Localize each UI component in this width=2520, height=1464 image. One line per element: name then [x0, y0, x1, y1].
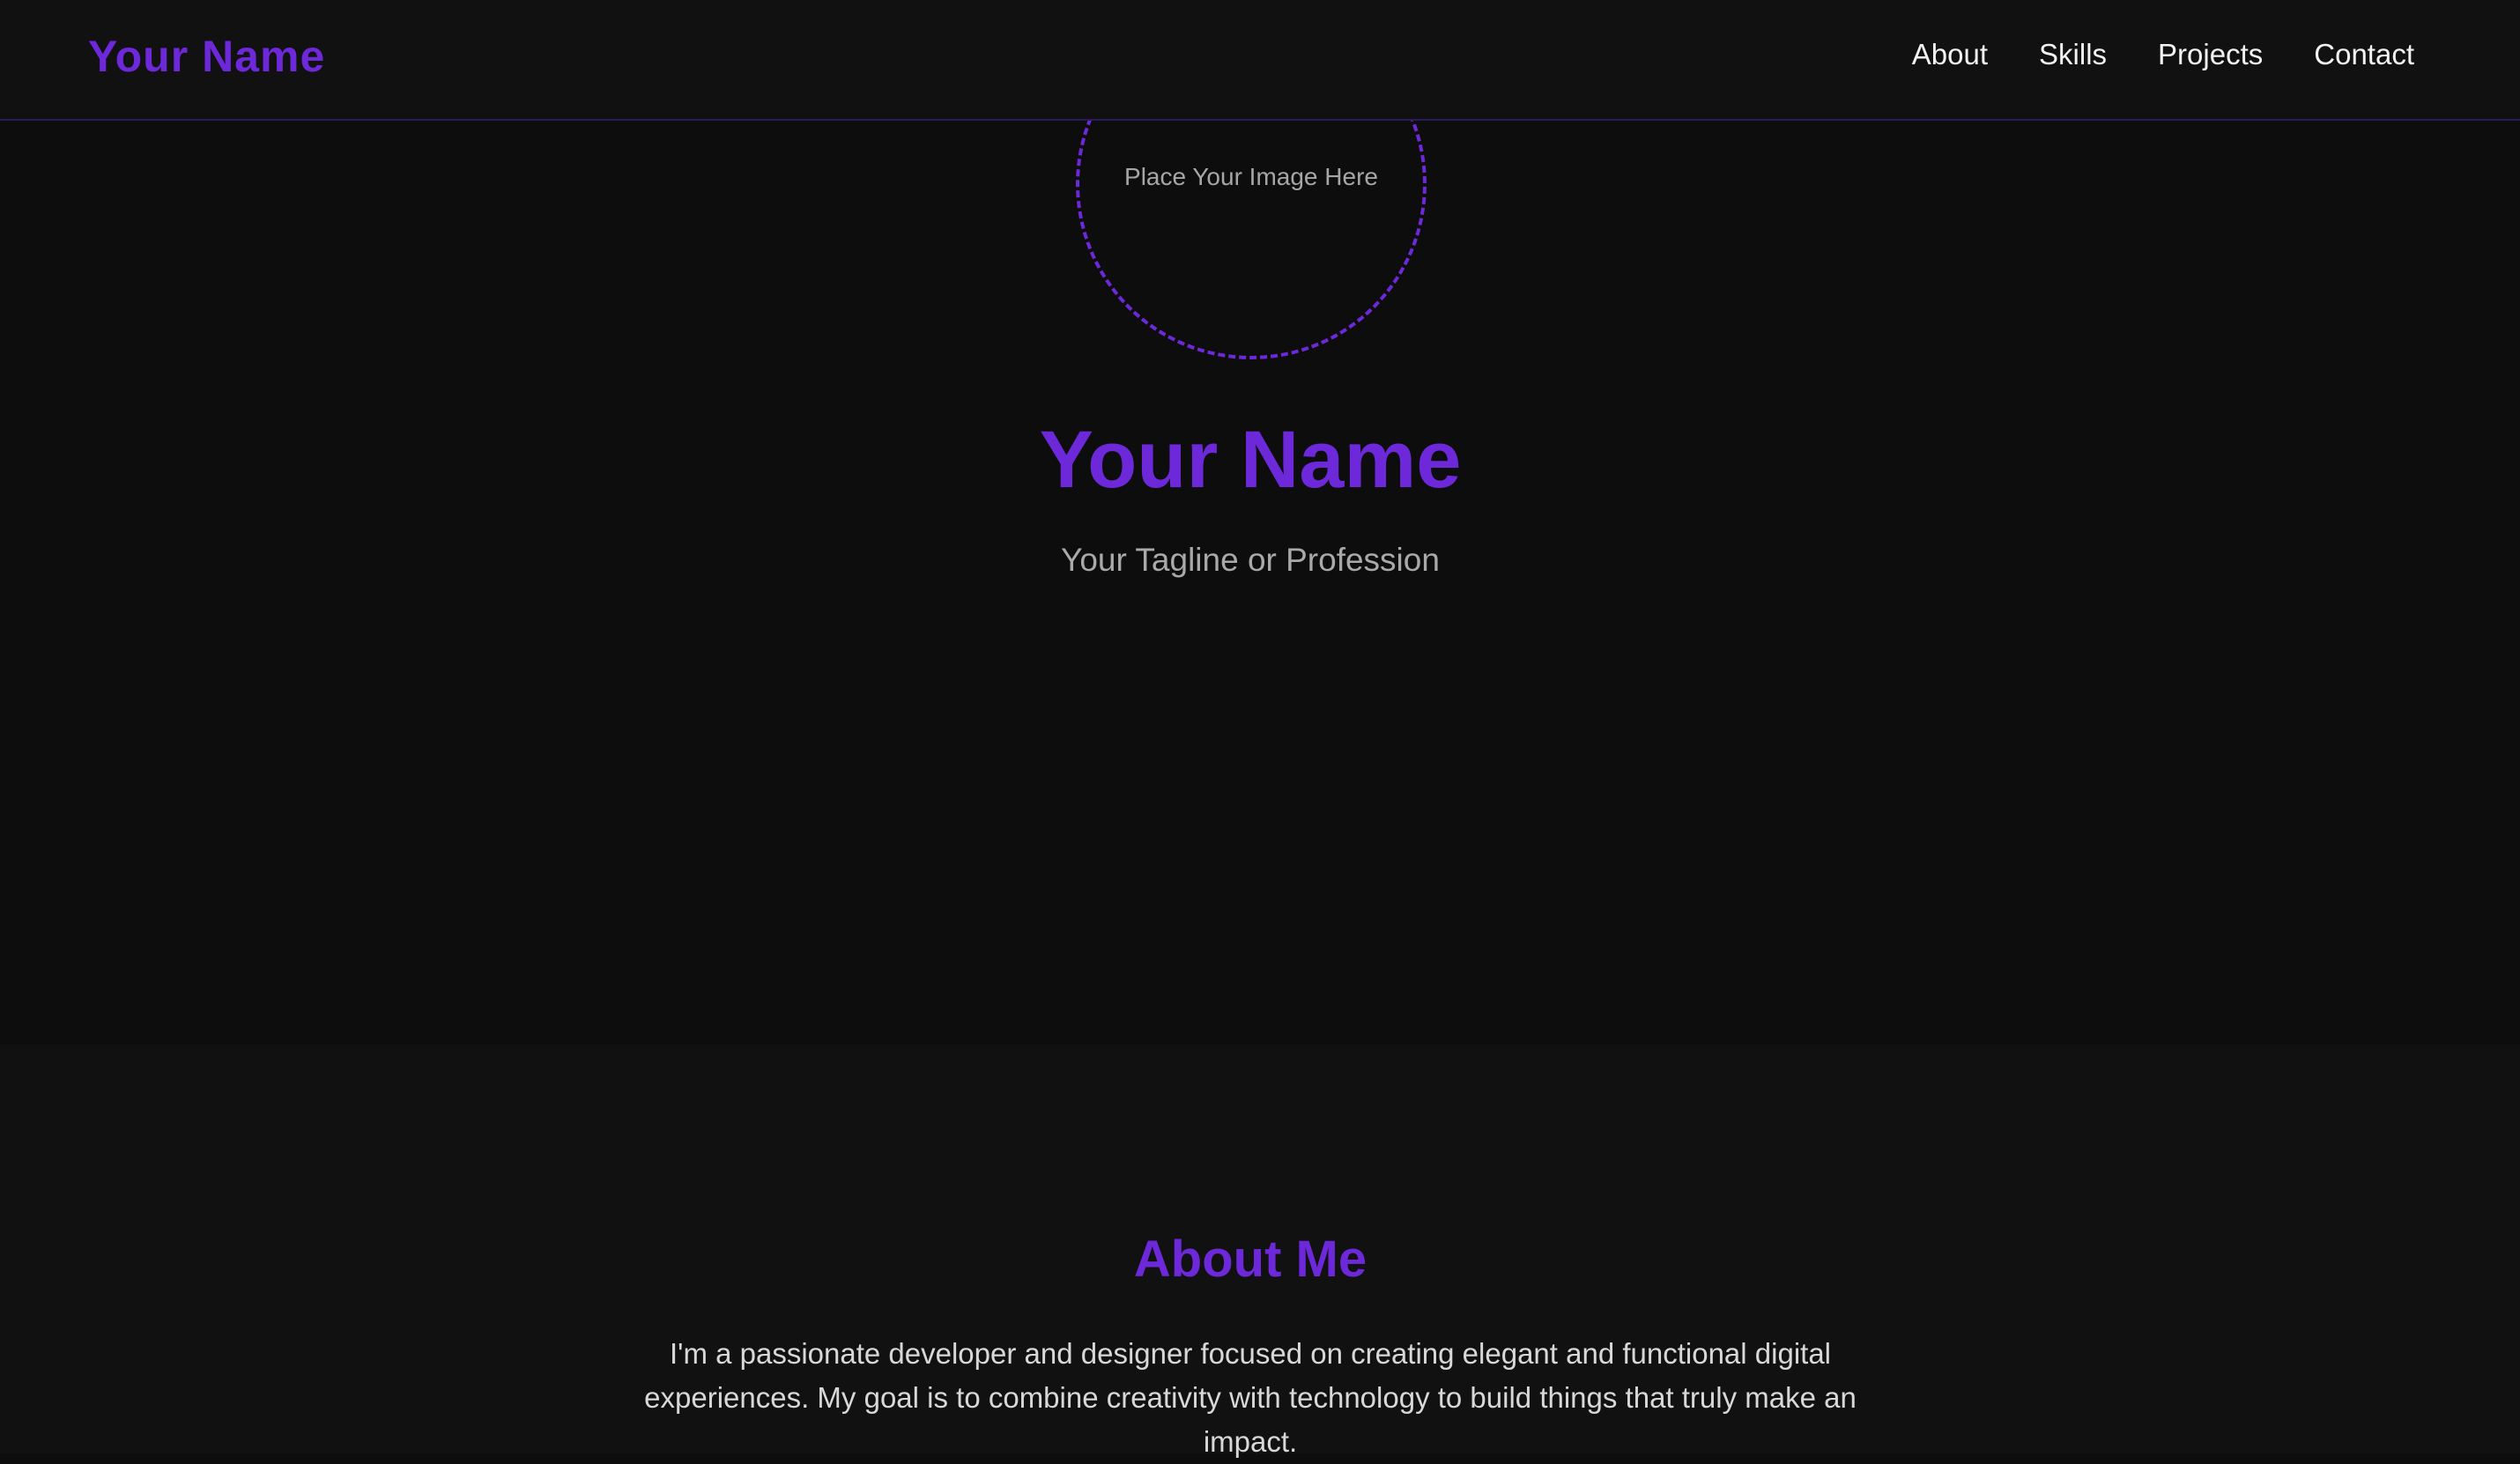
about-title: About Me: [1133, 1231, 1367, 1288]
hero-section: Place Your Image Here Your Name Your Tag…: [0, 0, 2520, 1045]
hero-tagline: Your Tagline or Profession: [1061, 542, 1440, 578]
nav-link-skills[interactable]: Skills: [2039, 38, 2107, 71]
about-section: About Me I'm a passionate developer and …: [0, 1045, 2520, 1458]
hero-name: Your Name: [1039, 415, 1462, 505]
nav-link-contact[interactable]: Contact: [2314, 38, 2414, 71]
image-placeholder-text: Place Your Image Here: [1124, 163, 1378, 190]
navbar: Your Name About Skills Projects Contact: [0, 0, 2520, 121]
nav-link-projects[interactable]: Projects: [2158, 38, 2263, 71]
nav-link-about[interactable]: About: [1912, 38, 1988, 71]
brand-logo-link[interactable]: Your Name: [88, 31, 325, 82]
about-body-text: I'm a passionate developer and designer …: [644, 1337, 1857, 1458]
nav-menu: About Skills Projects Contact: [1912, 38, 2414, 71]
